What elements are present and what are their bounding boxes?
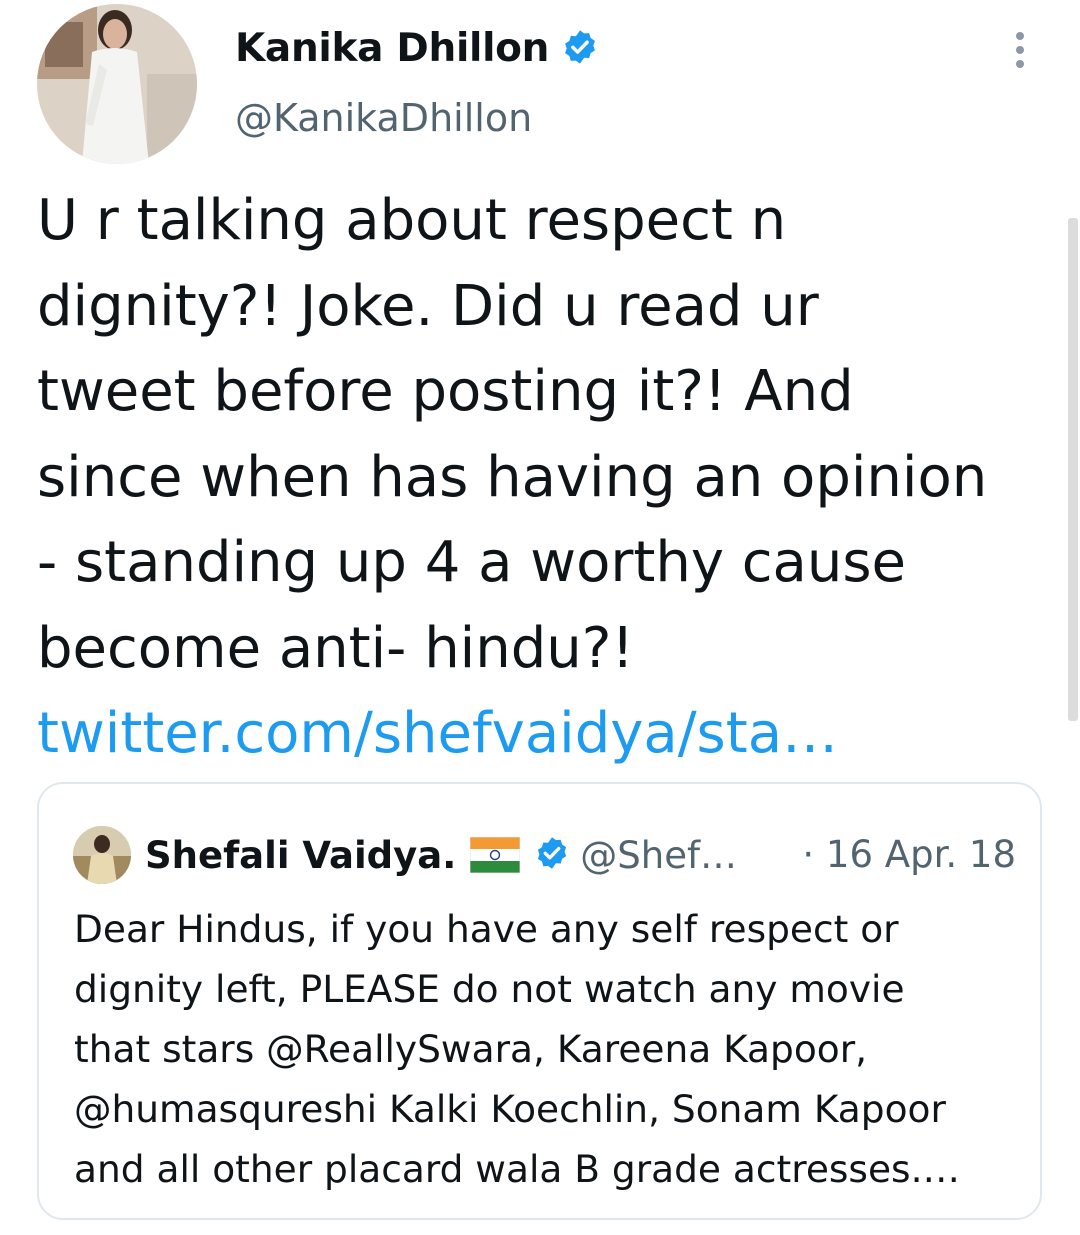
quoted-text-line: dignity left, PLEASE do not watch any mo… [74,967,905,1011]
tweet-text-line: become anti- hindu?! [37,615,634,681]
tweet-text: U r talking about respect n dignity?! Jo… [37,178,1047,777]
tweet-text-line: since when has having an opinion [37,444,988,510]
author-name-row[interactable]: Kanika Dhillon [235,26,599,71]
quoted-avatar[interactable] [73,826,131,884]
verified-badge-icon [561,28,599,70]
quoted-author-name[interactable]: Shefali Vaidya. [145,834,456,877]
author-handle[interactable]: @KanikaDhillon [235,96,532,140]
tweet-text-line: dignity?! Joke. Did u read ur [37,273,819,339]
quoted-tweet[interactable]: Shefali Vaidya. @Shef… · 16 Apr. 18 Dear… [37,782,1042,1220]
india-flag-icon [469,836,521,874]
quoted-verified-badge-icon [534,835,570,875]
quoted-text-line: @humasqureshi Kalki Koechlin, Sonam Kapo… [74,1087,946,1131]
scrollbar[interactable] [1068,218,1078,721]
quoted-text-line: Dear Hindus, if you have any self respec… [74,907,899,951]
quoted-date[interactable]: · 16 Apr. 18 [802,826,1016,884]
author-name[interactable]: Kanika Dhillon [235,26,549,71]
quoted-text-line: that stars @ReallySwara, Kareena Kapoor, [74,1027,868,1071]
tweet-avatar[interactable] [37,4,197,164]
quoted-author-handle[interactable]: @Shef… [580,834,737,877]
tweet-text-line: tweet before posting it?! And [37,359,854,424]
quoted-text-line: and all other placard wala B grade actre… [74,1147,960,1191]
quoted-text: Dear Hindus, if you have any self respec… [74,899,1024,1199]
tweet-text-line: - standing up 4 a worthy cause [37,530,906,595]
tweet-link[interactable]: twitter.com/shefvaidya/sta… [37,691,1047,777]
more-options-icon[interactable] [1012,30,1028,70]
quoted-tweet-header: Shefali Vaidya. @Shef… [73,826,737,884]
tweet-text-line: U r talking about respect n [37,188,787,253]
